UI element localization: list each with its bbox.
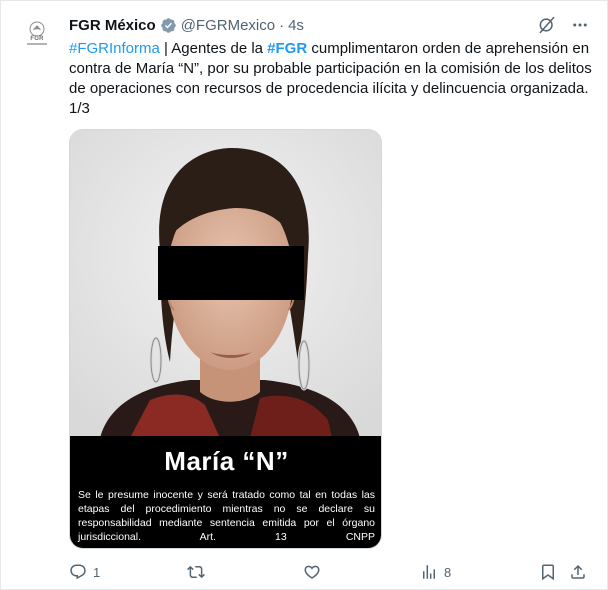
caption-name: María “N” xyxy=(164,446,289,476)
tweet-actions: 1 8 xyxy=(69,561,595,583)
separator-dot: · xyxy=(279,16,285,34)
reply-count: 1 xyxy=(93,564,101,580)
verified-badge-icon[interactable] xyxy=(160,17,177,34)
more-icon[interactable] xyxy=(571,16,589,34)
caption-legal-notice: Se le presume inocente y será tratado co… xyxy=(78,489,375,543)
reply-button[interactable]: 1 xyxy=(69,563,100,581)
grok-icon[interactable] xyxy=(537,15,557,35)
tweet-card[interactable]: FGR FGR México @FGRMexico · 4s #FGRInfor… xyxy=(0,0,608,590)
bookmark-icon xyxy=(542,564,554,581)
tweet-text-part1: | Agentes de la xyxy=(159,40,268,57)
views-count: 8 xyxy=(444,564,452,580)
retweet-button[interactable] xyxy=(187,563,211,581)
author-handle[interactable]: @FGRMexico xyxy=(181,17,275,34)
image-caption-panel: María “N” Se le presume inocente y será … xyxy=(70,436,381,548)
avatar-underline xyxy=(27,43,47,45)
retweet-icon xyxy=(187,565,205,579)
censor-bar xyxy=(158,246,304,300)
hashtag-fgrinforma[interactable]: #FGRInforma xyxy=(69,40,160,57)
share-icon xyxy=(571,564,585,579)
tweet-top-actions xyxy=(537,15,589,35)
share-button[interactable] xyxy=(569,563,587,581)
tweet-body: #FGRInforma | Agentes de la #FGR cumplim… xyxy=(69,39,595,119)
eagle-seal-icon xyxy=(29,21,45,37)
views-button[interactable]: 8 xyxy=(420,563,451,581)
heart-icon xyxy=(304,565,320,579)
reply-icon xyxy=(70,564,86,580)
avatar-label: FGR xyxy=(30,36,44,42)
views-icon xyxy=(423,565,435,579)
tweet-header: FGR México @FGRMexico · 4s xyxy=(69,15,304,35)
hashtag-fgr[interactable]: #FGR xyxy=(267,40,307,57)
like-button[interactable] xyxy=(303,563,327,581)
author-name[interactable]: FGR México xyxy=(69,17,156,34)
bookmark-button[interactable] xyxy=(539,563,557,581)
tweet-image[interactable]: María “N” Se le presume inocente y será … xyxy=(69,129,382,549)
timestamp[interactable]: 4s xyxy=(288,17,304,34)
avatar[interactable]: FGR xyxy=(17,13,57,53)
